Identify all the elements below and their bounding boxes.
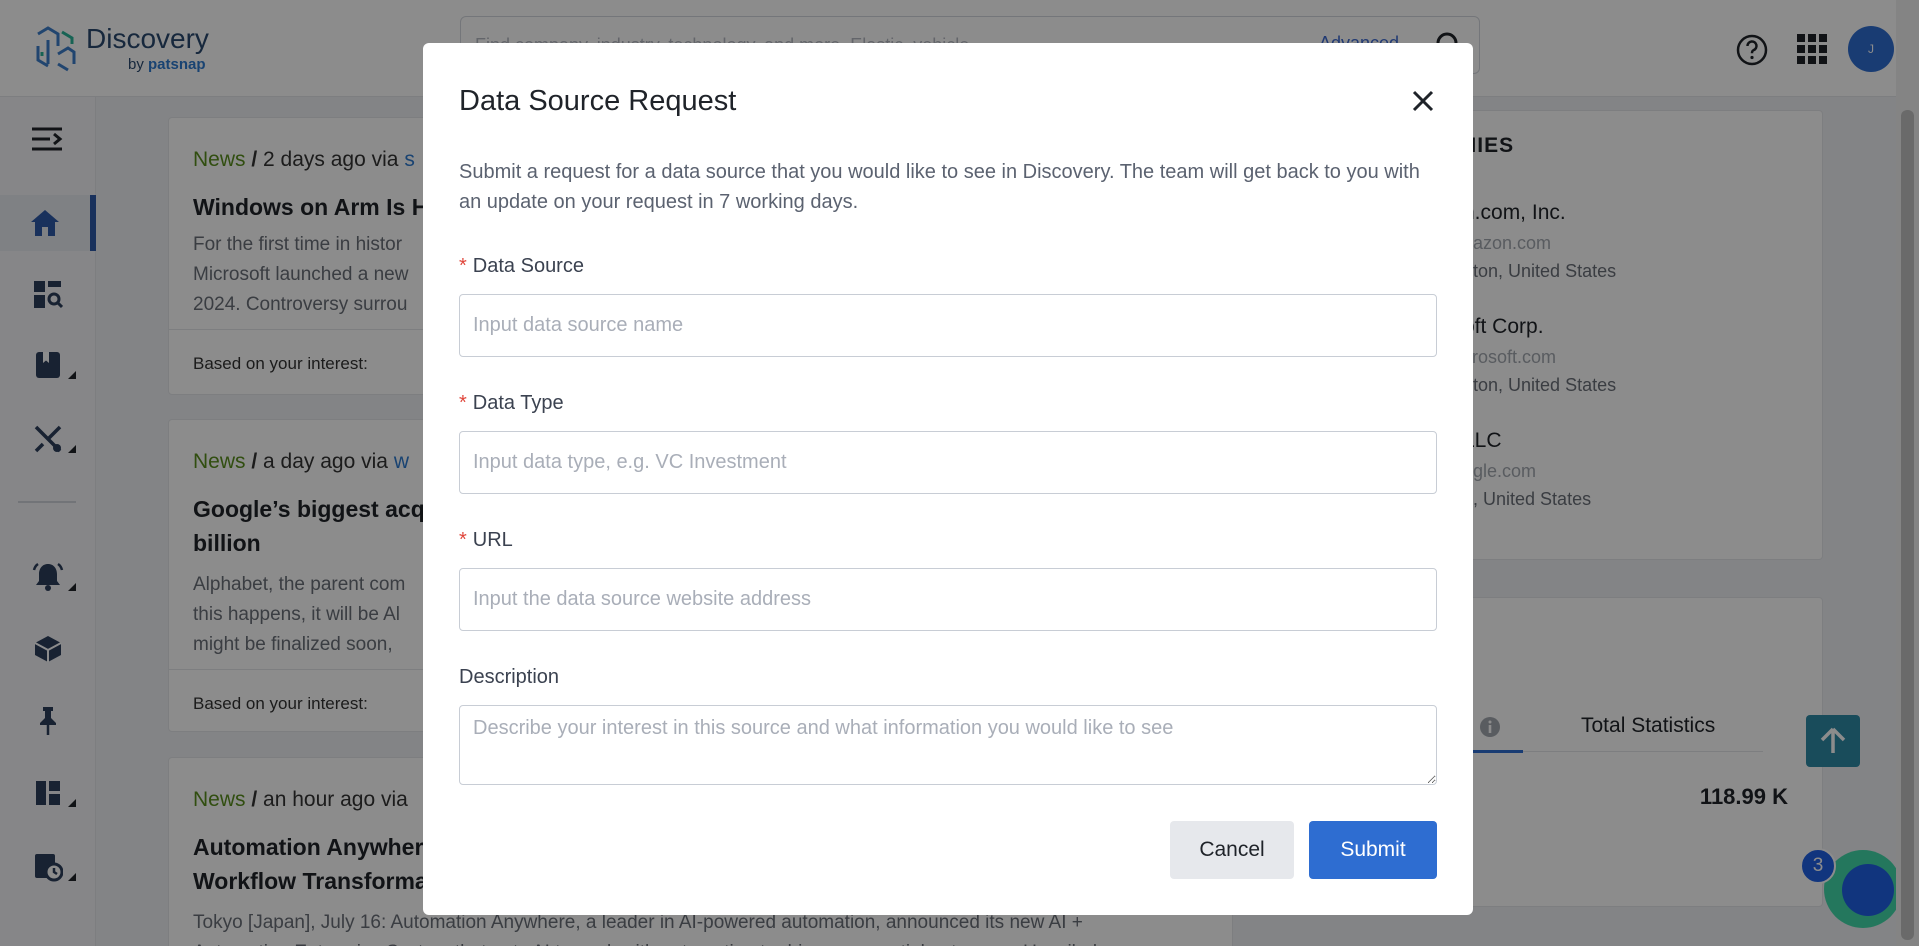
data-type-input[interactable]: [459, 431, 1437, 494]
submit-button[interactable]: Submit: [1309, 821, 1437, 879]
data-source-input[interactable]: [459, 294, 1437, 357]
data-source-request-dialog: Data Source Request Submit a request for…: [423, 43, 1473, 915]
url-input[interactable]: [459, 568, 1437, 631]
cancel-button[interactable]: Cancel: [1170, 821, 1294, 879]
close-icon: [1412, 90, 1434, 112]
dialog-title: Data Source Request: [459, 85, 736, 118]
url-label: *URL: [459, 529, 513, 552]
data-type-label: *Data Type: [459, 392, 564, 415]
data-source-label: *Data Source: [459, 255, 584, 278]
close-button[interactable]: [1405, 83, 1441, 119]
description-label: Description: [459, 666, 559, 689]
dialog-description: Submit a request for a data source that …: [459, 157, 1439, 217]
description-textarea[interactable]: [459, 705, 1437, 785]
